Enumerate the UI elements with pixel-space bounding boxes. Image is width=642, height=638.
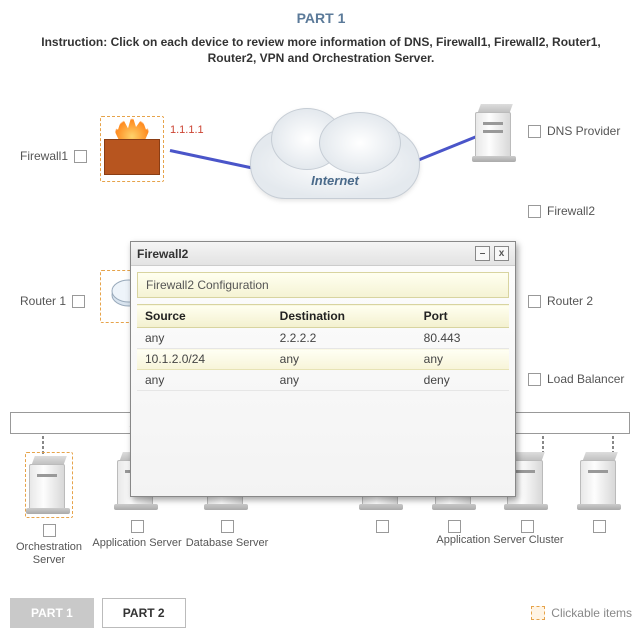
firewall1-device[interactable] [100, 116, 164, 182]
firewall2-dialog: Firewall2 – x Firewall2 Configuration So… [130, 241, 516, 497]
dns-checkbox[interactable] [528, 125, 541, 138]
legend-swatch-icon [531, 606, 545, 620]
server-icon [475, 104, 515, 159]
firewall1-checkbox[interactable] [74, 150, 87, 163]
internet-cloud: Internet [250, 129, 420, 199]
cluster-checkbox[interactable] [448, 520, 461, 533]
dns-text: DNS Provider [547, 124, 620, 138]
cell: any [272, 370, 416, 391]
cell: any [137, 370, 272, 391]
table-row[interactable]: any any deny [137, 370, 509, 391]
appserver-label: Application Server [92, 537, 182, 550]
part-title: PART 1 [0, 0, 642, 26]
cluster-checkbox[interactable] [521, 520, 534, 533]
router2-label: Router 2 [528, 294, 593, 308]
dbserver-label: Database Server [182, 537, 272, 550]
col-source: Source [137, 305, 272, 328]
orchestration-label: Orchestration Server [6, 541, 92, 567]
tab-part1[interactable]: PART 1 [10, 598, 94, 628]
cell: deny [416, 370, 509, 391]
minimize-button[interactable]: – [475, 246, 490, 261]
col-destination: Destination [272, 305, 416, 328]
rules-table: Source Destination Port any 2.2.2.2 80.4… [137, 304, 509, 391]
firewall2-text: Firewall2 [547, 204, 595, 218]
loadbalancer-text: Load Balancer [547, 372, 624, 386]
dns-device[interactable] [475, 104, 515, 162]
dialog-subtitle: Firewall2 Configuration [137, 272, 509, 298]
dbserver-checkbox[interactable] [221, 520, 234, 533]
cell: any [416, 349, 509, 370]
topology-stage: Internet Firewall1 1.1.1.1 DNS Provider … [0, 74, 642, 544]
router1-label: Router 1 [20, 294, 85, 308]
router2-checkbox[interactable] [528, 295, 541, 308]
orchestration-device[interactable]: Orchestration Server [6, 452, 92, 567]
cell: any [272, 349, 416, 370]
cell: any [137, 328, 272, 349]
legend-text: Clickable items [551, 606, 632, 620]
loadbalancer-checkbox[interactable] [528, 373, 541, 386]
cluster-node[interactable] [580, 452, 620, 567]
server-icon [580, 452, 620, 507]
cell: 2.2.2.2 [272, 328, 416, 349]
server-icon [29, 456, 69, 511]
appserver-checkbox[interactable] [131, 520, 144, 533]
firewall1-text: Firewall1 [20, 149, 68, 163]
table-row[interactable]: 10.1.2.0/24 any any [137, 349, 509, 370]
dns-label: DNS Provider [528, 124, 620, 138]
tab-part2[interactable]: PART 2 [102, 598, 186, 628]
firewall1-label: Firewall1 [20, 149, 87, 163]
vwire [42, 434, 44, 454]
instruction-text: Instruction: Click on each device to rev… [0, 26, 642, 74]
table-header-row: Source Destination Port [137, 305, 509, 328]
firewall2-checkbox[interactable] [528, 205, 541, 218]
router2-text: Router 2 [547, 294, 593, 308]
router1-text: Router 1 [20, 294, 66, 308]
cluster-checkbox[interactable] [593, 520, 606, 533]
firewall2-label: Firewall2 [528, 204, 595, 218]
legend: Clickable items [531, 606, 632, 620]
firewall1-ip: 1.1.1.1 [170, 124, 204, 136]
footer: PART 1 PART 2 Clickable items [0, 598, 642, 628]
table-row[interactable]: any 2.2.2.2 80.443 [137, 328, 509, 349]
cluster-checkbox[interactable] [376, 520, 389, 533]
cloud-label: Internet [251, 173, 419, 188]
col-port: Port [416, 305, 509, 328]
close-button[interactable]: x [494, 246, 509, 261]
loadbalancer-label: Load Balancer [528, 372, 624, 386]
dialog-titlebar[interactable]: Firewall2 – x [131, 242, 515, 266]
dialog-title: Firewall2 [137, 247, 188, 261]
orchestration-checkbox[interactable] [43, 524, 56, 537]
firewall-icon [104, 120, 160, 175]
cell: 10.1.2.0/24 [137, 349, 272, 370]
cell: 80.443 [416, 328, 509, 349]
router1-checkbox[interactable] [72, 295, 85, 308]
cluster-label: Application Server Cluster [400, 534, 600, 546]
